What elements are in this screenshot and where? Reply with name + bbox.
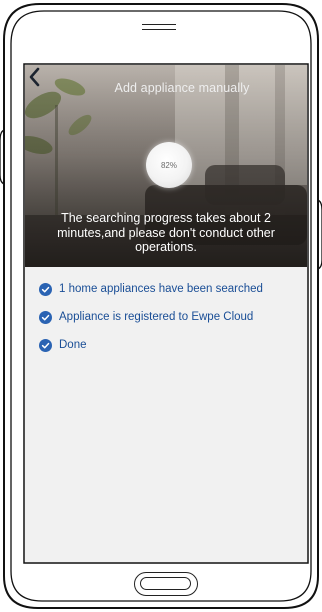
check-circle-icon <box>39 282 52 296</box>
status-label: Done <box>59 339 87 351</box>
home-button[interactable] <box>134 572 198 596</box>
status-item-searched: 1 home appliances have been searched <box>39 280 263 298</box>
progress-indicator: 82% <box>146 142 192 188</box>
hero-banner: Add appliance manually 82% The searching… <box>25 65 307 267</box>
page-title: Add appliance manually <box>114 81 250 95</box>
status-item-registered: Appliance is registered to Ewpe Cloud <box>39 308 253 326</box>
check-circle-icon <box>39 338 52 352</box>
status-label: 1 home appliances have been searched <box>59 283 263 295</box>
earpiece <box>142 24 176 30</box>
home-button-inner <box>140 577 191 590</box>
app-screen: Add appliance manually 82% The searching… <box>25 65 307 562</box>
progress-percent: 82% <box>160 160 177 170</box>
status-item-done: Done <box>39 336 87 354</box>
check-circle-icon <box>39 310 52 324</box>
status-label: Appliance is registered to Ewpe Cloud <box>59 311 254 323</box>
chevron-left-icon[interactable] <box>25 65 45 89</box>
search-hint-text: The searching progress takes about 2 min… <box>57 211 275 254</box>
